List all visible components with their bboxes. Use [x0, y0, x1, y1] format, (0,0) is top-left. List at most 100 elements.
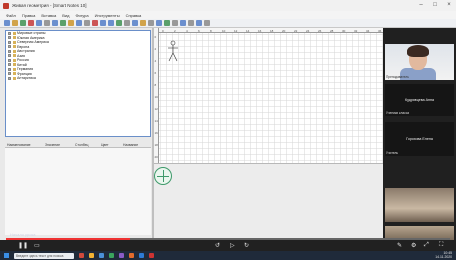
ruler-tick-label: 0: [162, 28, 164, 33]
toolbar-tool-icon[interactable]: [188, 20, 194, 26]
taskbar-app-icon[interactable]: [109, 253, 114, 258]
toolbar-tool-icon[interactable]: [132, 20, 138, 26]
toolbar-tool-icon[interactable]: [84, 20, 90, 26]
expand-icon[interactable]: +: [8, 36, 11, 40]
ruler-tick-label: 36: [378, 28, 382, 33]
menu-edit[interactable]: Правка: [22, 13, 36, 18]
taskbar: Введите здесь текст для поиска: [0, 251, 456, 260]
toolbar-tool-icon[interactable]: [20, 20, 26, 26]
navigation-compass-icon[interactable]: [154, 167, 172, 185]
expand-icon[interactable]: +: [8, 45, 11, 49]
toolbar-tool-icon[interactable]: [180, 20, 186, 26]
toolbar-tool-icon[interactable]: [164, 20, 170, 26]
ruler-tick-label: 34: [366, 28, 370, 33]
expand-icon[interactable]: +: [8, 54, 11, 58]
fullscreen-icon[interactable]: ⛶: [439, 242, 443, 249]
toolbar-tool-icon[interactable]: [204, 20, 210, 26]
expand-icon[interactable]: ⤢: [424, 242, 429, 249]
folder-icon: [12, 67, 16, 71]
forward-icon[interactable]: ↻: [244, 242, 249, 249]
pen-icon[interactable]: ✎: [397, 242, 402, 249]
toolbar-tool-icon[interactable]: [44, 20, 50, 26]
menu-file[interactable]: Файл: [6, 13, 16, 18]
expand-icon[interactable]: +: [8, 63, 11, 67]
toolbar-tool-icon[interactable]: [4, 20, 10, 26]
expand-icon[interactable]: +: [8, 31, 11, 35]
rewind-icon[interactable]: ↺: [215, 242, 220, 249]
minimize-button[interactable]: –: [414, 0, 428, 11]
toolbar-tool-icon[interactable]: [124, 20, 130, 26]
toolbar-tool-icon[interactable]: [148, 20, 154, 26]
video-tile-participant-1[interactable]: Кудрявцева Анна Ученики класса: [385, 84, 454, 116]
taskbar-app-icon[interactable]: [119, 253, 124, 258]
taskbar-app-icon[interactable]: [89, 253, 94, 258]
expand-icon[interactable]: +: [8, 76, 11, 80]
menu-shape[interactable]: Фигура: [75, 13, 88, 18]
taskbar-app-icon[interactable]: [79, 253, 84, 258]
toolbar-tool-icon[interactable]: [60, 20, 66, 26]
toolbar-tool-icon[interactable]: [12, 20, 18, 26]
toolbar-tool-icon[interactable]: [36, 20, 42, 26]
maximize-button[interactable]: □: [428, 0, 442, 11]
expand-icon[interactable]: +: [8, 49, 11, 53]
toolbar-tool-icon[interactable]: [52, 20, 58, 26]
taskbar-app-icon[interactable]: [149, 253, 154, 258]
menu-insert[interactable]: Вставка: [41, 13, 56, 18]
expand-icon[interactable]: +: [8, 72, 11, 76]
toolbar-tool-icon[interactable]: [140, 20, 146, 26]
video-tile-teacher[interactable]: Преподаватель: [385, 44, 454, 80]
tree-item-label: Северная Америка: [17, 40, 49, 45]
menu-view[interactable]: Вид: [62, 13, 69, 18]
toolbar-tool-icon[interactable]: [28, 20, 34, 26]
props-col-column[interactable]: Столбец: [75, 143, 101, 147]
expand-icon[interactable]: +: [8, 67, 11, 71]
toolbar-tool-icon[interactable]: [68, 20, 74, 26]
ruler-left: 0 2 4 6 8 10 12 14 16 18 20: [154, 28, 159, 163]
taskbar-app-icon[interactable]: [99, 253, 104, 258]
taskbar-search-input[interactable]: Введите здесь текст для поиска: [14, 252, 74, 259]
taskbar-clock[interactable]: 10:45 14.11.2020: [435, 251, 452, 259]
folder-icon: [12, 31, 16, 35]
window-title: Живая геометрия - [Smart Notes 10]: [12, 3, 87, 8]
ruler-tick-label: 12: [154, 107, 158, 111]
tree-item-label: Мировые страны: [17, 31, 46, 36]
stick-figure-shape[interactable]: [167, 40, 179, 62]
expand-icon[interactable]: +: [8, 40, 11, 44]
windows-start-icon[interactable]: [4, 253, 9, 258]
screen: Живая геометрия - [Smart Notes 10] – □ ×…: [0, 0, 456, 260]
menu-tools[interactable]: Инструменты: [95, 13, 120, 18]
close-button[interactable]: ×: [442, 0, 456, 11]
settings-icon[interactable]: ⚙: [411, 242, 416, 249]
pause-icon[interactable]: ❚❚: [18, 242, 28, 249]
tree-item[interactable]: + Антарктика: [6, 76, 150, 81]
menu-bar: Файл Правка Вставка Вид Фигура Инструмен…: [0, 11, 456, 19]
toolbar-tool-icon[interactable]: [156, 20, 162, 26]
toolbar-tool-icon[interactable]: [116, 20, 122, 26]
ruler-tick-label: 16: [154, 131, 158, 135]
toolbar-tool-icon[interactable]: [100, 20, 106, 26]
props-col-name[interactable]: Наименование: [7, 143, 45, 147]
props-col-value[interactable]: Значение: [45, 143, 75, 147]
taskbar-app-icon[interactable]: [139, 253, 144, 258]
menu-help[interactable]: Справка: [126, 13, 142, 18]
video-caption: Начало урока: [10, 232, 36, 237]
play-icon[interactable]: ▷: [230, 242, 235, 249]
ruler-tick-label: 10: [222, 28, 226, 33]
video-tile-classroom[interactable]: [385, 188, 454, 222]
drawing-canvas[interactable]: [154, 28, 383, 163]
video-tile-participant-2[interactable]: Горохова Елена Учитель: [385, 122, 454, 156]
properties-table: [5, 148, 151, 235]
toolbar-tool-icon[interactable]: [108, 20, 114, 26]
toolbar-tool-icon[interactable]: [76, 20, 82, 26]
toolbar-tool-icon[interactable]: [172, 20, 178, 26]
person-hair: [407, 45, 429, 57]
toolbar-tool-icon[interactable]: [196, 20, 202, 26]
expand-icon[interactable]: +: [8, 58, 11, 62]
tree-item-label: Азия: [17, 53, 25, 58]
subtitles-icon[interactable]: ▭: [34, 242, 40, 249]
toolbar-tool-icon[interactable]: [92, 20, 98, 26]
folder-icon: [12, 45, 16, 49]
taskbar-app-icon[interactable]: [129, 253, 134, 258]
props-col-title[interactable]: Название: [123, 143, 149, 147]
props-col-color[interactable]: Цвет: [101, 143, 123, 147]
